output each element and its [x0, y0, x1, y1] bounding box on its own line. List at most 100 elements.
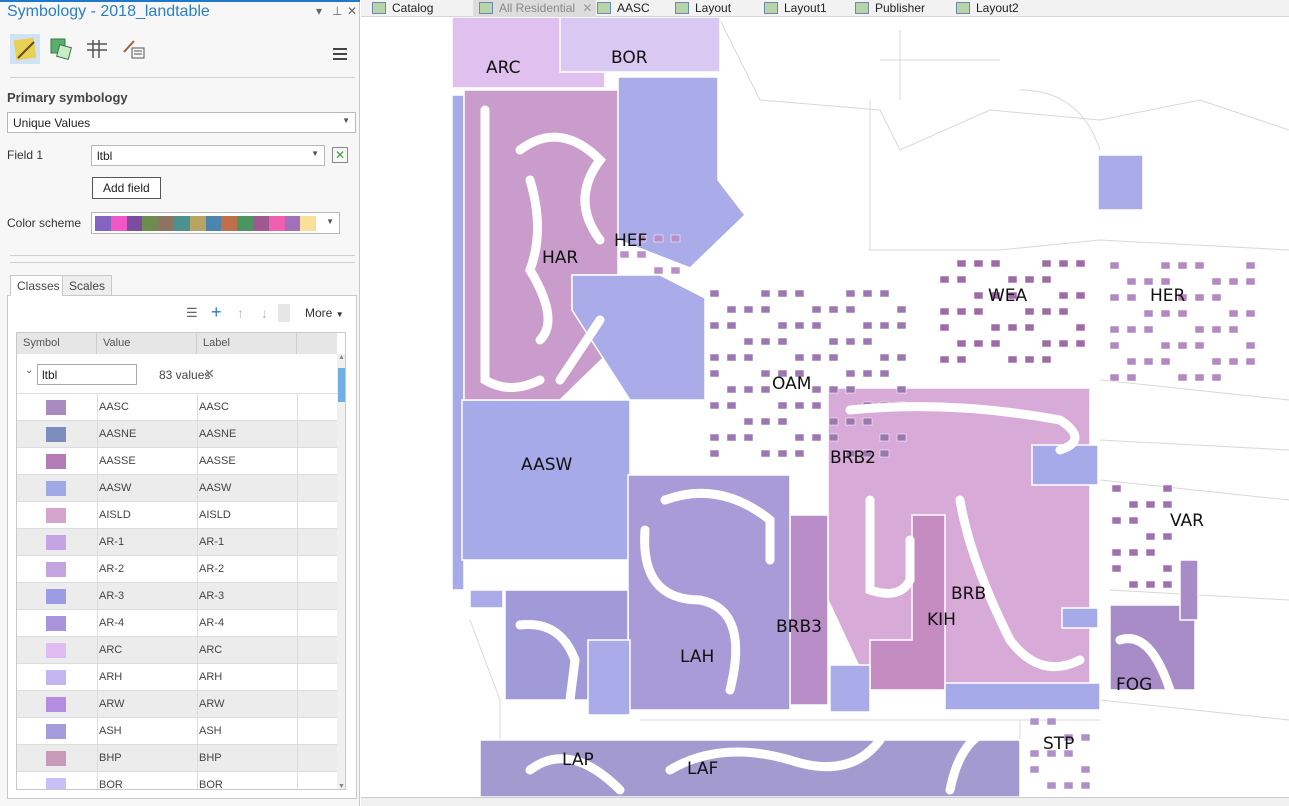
parcel-brb3[interactable]	[789, 514, 829, 706]
class-label[interactable]: AASW	[199, 482, 231, 494]
class-row[interactable]: AR-4 AR-4	[17, 609, 337, 637]
class-value[interactable]: AR-2	[99, 563, 124, 575]
class-row[interactable]: AASC AASC	[17, 393, 337, 421]
symbol-swatch[interactable]	[46, 778, 66, 789]
class-row[interactable]: AASNE AASNE	[17, 420, 337, 448]
class-label[interactable]: AASSE	[199, 455, 236, 467]
pin-icon[interactable]: ⊥	[332, 4, 342, 18]
add-class-icon[interactable]: +	[211, 302, 222, 323]
class-value[interactable]: ARH	[99, 671, 122, 683]
add-field-button[interactable]: Add field	[92, 177, 161, 199]
class-value[interactable]: AASSE	[99, 455, 136, 467]
parcel-blue-bar[interactable]	[944, 682, 1101, 711]
class-row[interactable]: AR-1 AR-1	[17, 528, 337, 556]
scroll-down-icon[interactable]: ▼	[338, 783, 345, 789]
symbol-swatch[interactable]	[46, 508, 66, 523]
class-row[interactable]: BOR BOR	[17, 771, 337, 789]
table-scrollbar[interactable]: ▲ ▼	[337, 354, 345, 789]
column-value[interactable]: Value	[97, 333, 197, 354]
map-canvas[interactable]: ARC BOR HAR HEF WEA HER OAM BRB2 AASW VAR BRB KIH BR…	[370, 16, 1289, 798]
symbol-swatch[interactable]	[46, 562, 66, 577]
class-row[interactable]: ASH ASH	[17, 717, 337, 745]
class-value[interactable]: AASW	[99, 482, 131, 494]
symbol-swatch[interactable]	[46, 481, 66, 496]
class-label[interactable]: AR-4	[199, 617, 224, 629]
class-row[interactable]: AR-2 AR-2	[17, 555, 337, 583]
scroll-thumb[interactable]	[338, 368, 345, 402]
view-tab-publisher[interactable]: Publisher	[849, 0, 929, 17]
class-label[interactable]: AASC	[199, 401, 229, 413]
group-field-input[interactable]: ltbl	[37, 364, 137, 385]
column-label[interactable]: Label	[197, 333, 297, 354]
pane-options-icon[interactable]: ▾	[316, 4, 322, 18]
class-row[interactable]: AASSE AASSE	[17, 447, 337, 475]
class-row[interactable]: ARH ARH	[17, 663, 337, 691]
class-value[interactable]: ASH	[99, 725, 122, 737]
menu-icon[interactable]	[333, 48, 347, 63]
primary-symbology-tool[interactable]	[10, 34, 40, 64]
symbol-swatch[interactable]	[46, 589, 66, 604]
column-symbol[interactable]: Symbol	[17, 333, 97, 354]
class-label[interactable]: ARC	[199, 644, 222, 656]
parcel-lah[interactable]	[627, 474, 791, 711]
symbol-swatch[interactable]	[46, 670, 66, 685]
tab-scales[interactable]: Scales	[62, 275, 113, 296]
label-symbology-tool[interactable]	[118, 34, 148, 64]
symbol-swatch[interactable]	[46, 535, 66, 550]
view-tab-layout1[interactable]: Layout1	[758, 0, 831, 17]
symbol-swatch[interactable]	[46, 751, 66, 766]
parcel-aasw[interactable]	[461, 399, 631, 561]
renderer-dropdown[interactable]: Unique Values ▼	[7, 112, 356, 133]
symbol-swatch[interactable]	[46, 427, 66, 442]
class-value[interactable]: ARC	[99, 644, 122, 656]
class-label[interactable]: AR-3	[199, 590, 224, 602]
view-tab-layout[interactable]: Layout	[669, 0, 735, 17]
symbol-swatch[interactable]	[46, 643, 66, 658]
class-value[interactable]: ARW	[99, 698, 124, 710]
symbol-swatch[interactable]	[46, 454, 66, 469]
symbol-swatch[interactable]	[46, 616, 66, 631]
class-value[interactable]: AR-3	[99, 590, 124, 602]
class-row[interactable]: AISLD AISLD	[17, 501, 337, 529]
close-icon[interactable]: ✕	[347, 4, 357, 18]
class-label[interactable]: BHP	[199, 752, 222, 764]
class-value[interactable]: AASC	[99, 401, 129, 413]
add-all-values-icon[interactable]: ☰	[186, 305, 198, 321]
more-menu[interactable]: More ▼	[305, 306, 344, 320]
field1-dropdown[interactable]: ltbl ▼	[91, 145, 325, 166]
parcel-blue-ne[interactable]	[1097, 154, 1144, 211]
class-label[interactable]: BOR	[199, 779, 223, 789]
class-row[interactable]: AR-3 AR-3	[17, 582, 337, 610]
sql-expression-icon[interactable]: ✕	[332, 147, 348, 163]
class-row[interactable]: ARC ARC	[17, 636, 337, 664]
parcel-blue-fog[interactable]	[1061, 607, 1099, 629]
symbol-swatch[interactable]	[46, 724, 66, 739]
class-value[interactable]: BOR	[99, 779, 123, 789]
collapse-icon[interactable]: ⌄	[25, 365, 33, 376]
remove-group-icon[interactable]: ✕	[204, 366, 215, 382]
class-label[interactable]: ASH	[199, 725, 222, 737]
symbol-swatch[interactable]	[46, 400, 66, 415]
class-row[interactable]: ARW ARW	[17, 690, 337, 718]
view-tab-catalog[interactable]: Catalog	[366, 0, 437, 17]
class-value[interactable]: BHP	[99, 752, 122, 764]
move-down-icon[interactable]: ↓	[261, 305, 268, 321]
class-label[interactable]: AISLD	[199, 509, 231, 521]
parcel-blue-lah[interactable]	[587, 639, 631, 716]
parcel-blue-sw[interactable]	[469, 589, 504, 609]
class-label[interactable]: ARW	[199, 698, 224, 710]
class-value[interactable]: AR-4	[99, 617, 124, 629]
class-label[interactable]: AR-2	[199, 563, 224, 575]
parcel-var-strip[interactable]	[1179, 559, 1199, 621]
class-label[interactable]: ARH	[199, 671, 222, 683]
class-label[interactable]: AR-1	[199, 536, 224, 548]
class-value[interactable]: AASNE	[99, 428, 136, 440]
class-row[interactable]: AASW AASW	[17, 474, 337, 502]
class-row[interactable]: BHP BHP	[17, 744, 337, 772]
map-view[interactable]: ARC BOR HAR HEF WEA HER OAM BRB2 AASW VAR BRB KIH BR…	[370, 16, 1289, 798]
parcel-blue-brb3[interactable]	[829, 664, 871, 713]
view-tab-layout2[interactable]: Layout2	[950, 0, 1023, 17]
scroll-up-icon[interactable]: ▲	[338, 354, 345, 361]
toolbar-overflow[interactable]	[278, 304, 290, 322]
class-value[interactable]: AISLD	[99, 509, 131, 521]
